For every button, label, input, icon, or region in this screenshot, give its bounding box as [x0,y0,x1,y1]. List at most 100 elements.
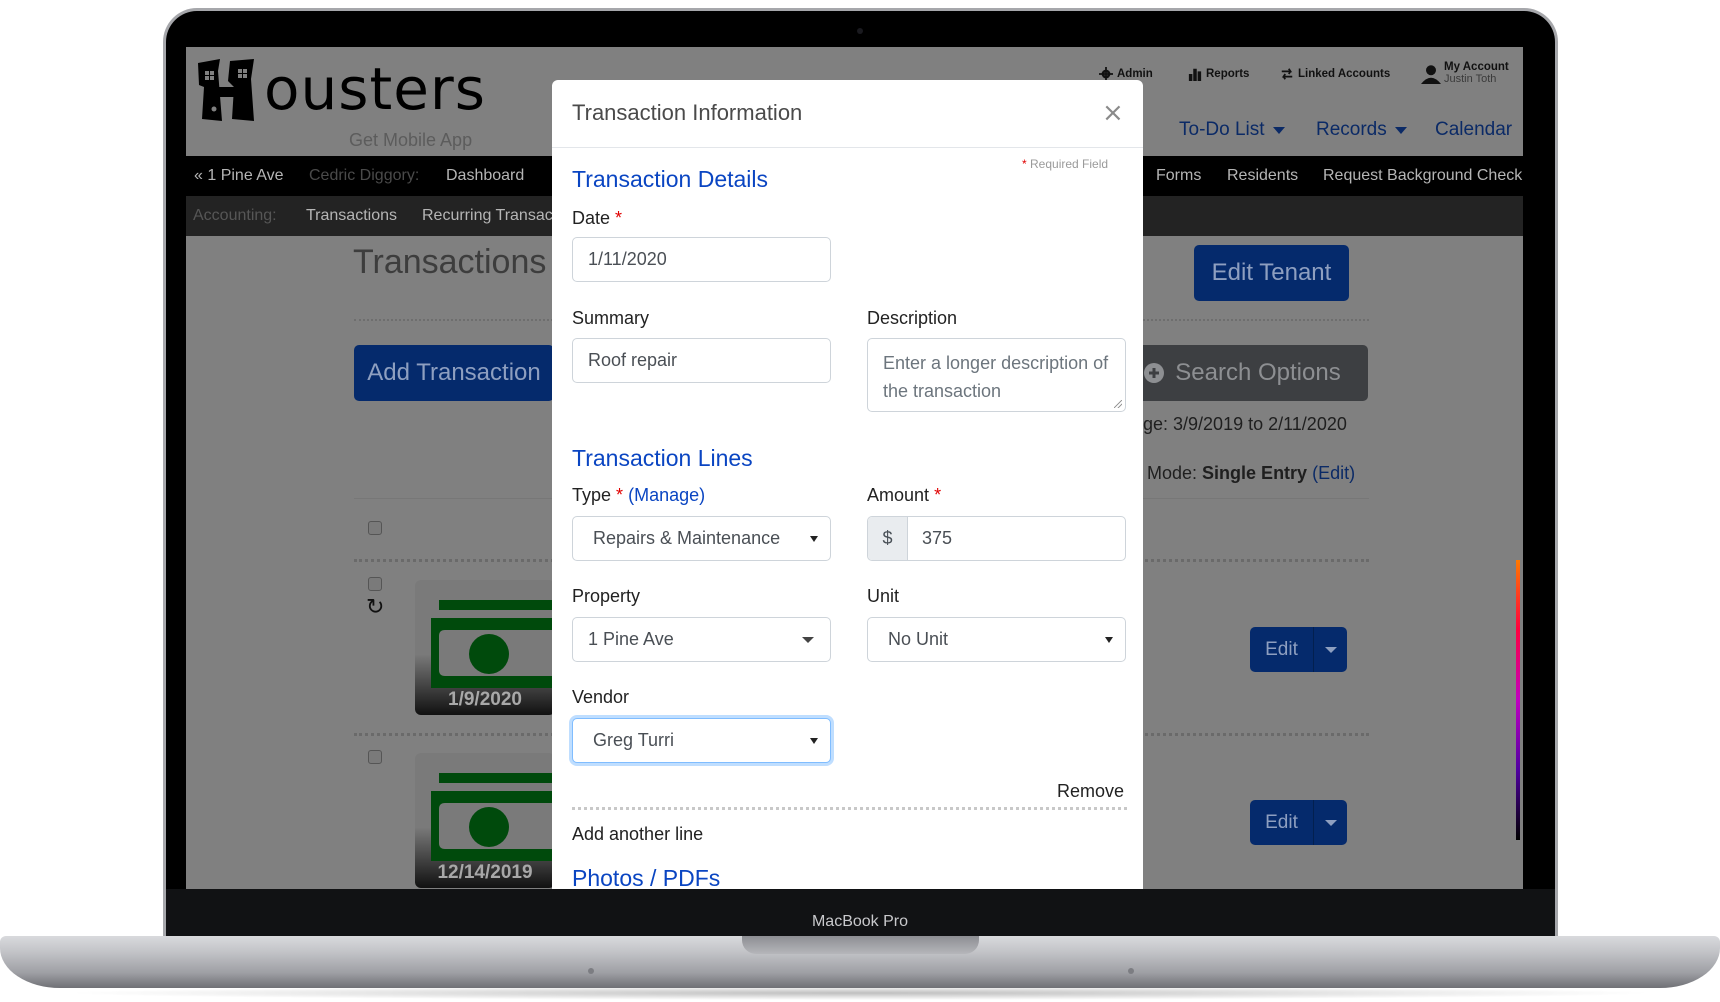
nav-item-residents[interactable]: Residents [1227,156,1298,196]
camera-icon [857,28,863,34]
admin-label: Admin [1117,68,1153,80]
date-label: Date * [572,208,622,229]
recurring-icon: ↻ [366,595,385,620]
laptop-notch [742,936,979,954]
description-label: Description [867,308,958,328]
linked-accounts-label: Linked Accounts [1298,68,1391,80]
summary-label: Summary [572,308,650,328]
resize-handle-icon[interactable] [1114,400,1122,408]
vendor-select[interactable]: Greg Turri [572,718,831,763]
laptop-foot [588,968,594,974]
my-account-label: My Account [1444,61,1509,73]
required-star: * [616,485,624,505]
amount-input[interactable]: 375 [908,517,1125,560]
account-user-name: Justin Toth [1444,73,1497,85]
vendor-label: Vendor [572,687,630,707]
money-icon [431,600,555,688]
nav-item-transactions[interactable]: Transactions [306,196,397,236]
get-mobile-app-link[interactable]: Get Mobile App [349,130,472,151]
edit-dropdown-toggle[interactable] [1314,800,1347,845]
edit-tenant-button[interactable]: Edit Tenant [1194,245,1349,301]
edit-button[interactable]: Edit [1250,800,1314,845]
description-placeholder: Enter a longer description of the transa… [883,353,1109,401]
type-select[interactable]: Repairs & Maintenance [572,516,831,561]
transaction-details-heading: Transaction Details [572,166,769,192]
manage-types-link[interactable]: (Manage) [628,485,705,505]
row-checkbox[interactable] [368,750,382,764]
houster-logo-icon[interactable] [196,57,256,123]
vendor-select-value: Greg Turri [593,730,675,750]
page-title: Transactions [353,243,546,282]
row-checkbox[interactable] [368,577,382,591]
property-select[interactable]: 1 Pine Ave [572,617,831,662]
plus-circle-icon [1144,363,1165,383]
unit-label: Unit [867,586,900,606]
nav-back-link[interactable]: « 1 Pine Ave [194,156,284,196]
mode-value: Single Entry [1202,463,1308,483]
bar-chart-icon [1188,68,1202,81]
transaction-thumbnail[interactable]: 1/9/2020 [415,580,555,715]
reports-link[interactable]: Reports [1187,67,1249,81]
mode-label: Mode: [1147,463,1198,483]
add-another-line-link[interactable]: Add another line [572,824,703,845]
remove-line-link[interactable]: Remove [1057,781,1124,802]
reports-label: Reports [1206,68,1250,80]
search-options-label: Search Options [1175,359,1341,386]
nav-item-dashboard[interactable]: Dashboard [446,156,524,196]
menu-calendar-label: Calendar [1435,119,1513,140]
edit-button[interactable]: Edit [1250,627,1314,672]
admin-link[interactable]: Admin [1098,67,1153,81]
amount-label-text: Amount [867,485,930,505]
type-label: Type * (Manage) [572,485,705,506]
add-transaction-button[interactable]: Add Transaction [354,345,554,401]
type-select-value: Repairs & Maintenance [593,528,781,548]
transaction-modal: Transaction Information × * Required Fie… [552,80,1143,889]
menu-records[interactable]: Records [1316,119,1407,141]
screen: ousters Get Mobile App Admin Reports Lin… [186,47,1523,889]
menu-calendar[interactable]: Calendar [1435,119,1512,141]
nav-item-forms[interactable]: Forms [1156,156,1201,196]
unit-select[interactable]: No Unit [867,617,1126,662]
menu-records-label: Records [1316,119,1387,140]
laptop-shadow [60,986,1660,1000]
description-textarea[interactable]: Enter a longer description of the transa… [867,338,1126,412]
row-edit-split-button: Edit [1250,800,1347,845]
photos-pdfs-heading: Photos / PDFs [572,865,721,889]
caret-down-icon [810,535,818,542]
summary-input[interactable]: Roof repair [572,338,831,383]
linked-accounts-link[interactable]: Linked Accounts [1279,67,1390,81]
my-account-link[interactable]: My Account Justin Toth [1421,61,1509,85]
menu-todo-list[interactable]: To-Do List [1179,119,1285,141]
gear-icon [1099,67,1113,81]
row-edit-split-button: Edit [1250,627,1347,672]
modal-title: Transaction Information [572,100,803,125]
screen-glare [1516,560,1520,840]
caret-down-icon [1105,636,1113,643]
transaction-date: 1/9/2020 [448,689,522,710]
date-input[interactable]: 1/11/2020 [572,237,831,282]
type-label-text: Type [572,485,612,505]
menu-todo-list-label: To-Do List [1179,119,1265,140]
required-star: * [934,485,942,505]
money-icon [431,773,555,861]
caret-down-icon [1324,646,1337,653]
date-label-text: Date [572,208,611,228]
mode-edit-link[interactable]: (Edit) [1312,463,1355,483]
nav-item-request-background-check[interactable]: Request Background Check [1323,156,1522,196]
page-title-text: Transactions [353,243,547,281]
amount-label: Amount * [867,485,941,506]
close-icon[interactable]: × [1102,98,1124,128]
user-icon [1421,65,1441,84]
search-options-button[interactable]: Search Options [1116,345,1368,401]
line-divider [572,807,1127,810]
required-star: * [615,208,623,228]
swap-arrows-icon [1281,68,1293,80]
unit-select-value: No Unit [888,629,949,649]
laptop-foot [1128,968,1134,974]
chevron-down-icon [1394,126,1407,134]
nav-item-recurring-transactions[interactable]: Recurring Transact [422,196,557,236]
edit-dropdown-toggle[interactable] [1314,627,1347,672]
transaction-thumbnail[interactable]: 12/14/2019 [415,753,555,888]
property-label: Property [572,586,641,606]
select-all-checkbox[interactable] [368,521,382,535]
